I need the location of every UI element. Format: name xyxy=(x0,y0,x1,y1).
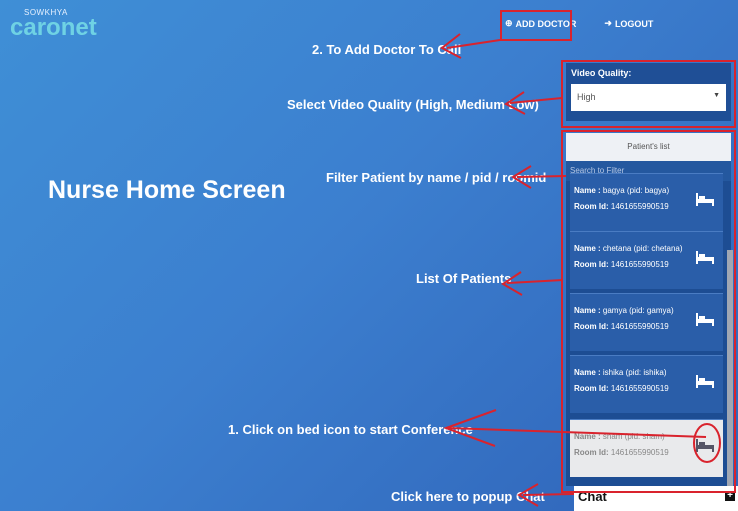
annotation-arrows xyxy=(440,33,721,507)
